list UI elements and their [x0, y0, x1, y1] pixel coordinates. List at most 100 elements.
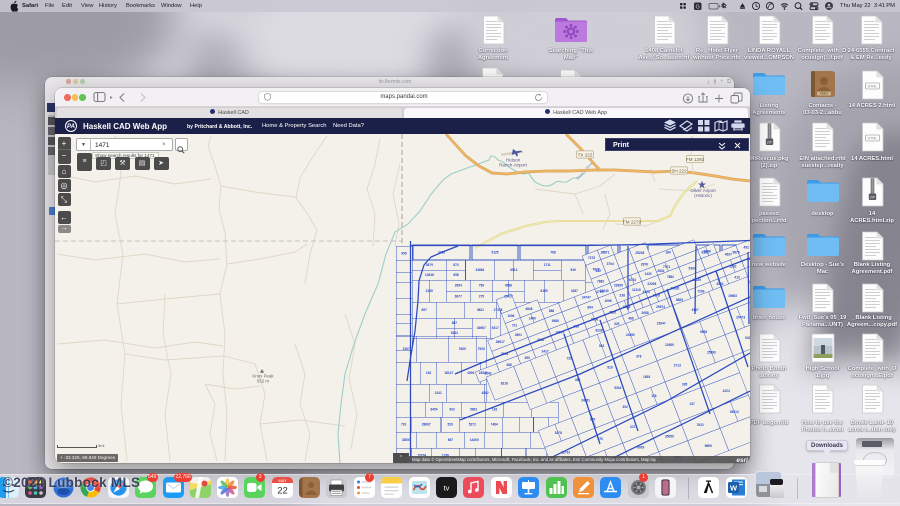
svg-text:372: 372	[630, 424, 636, 428]
svg-text:2679: 2679	[426, 263, 433, 267]
svg-text:13976: 13976	[555, 330, 564, 334]
svg-text:ZIP: ZIP	[766, 140, 772, 144]
svg-text:34864: 34864	[475, 268, 484, 272]
svg-text:FM 1292: FM 1292	[686, 157, 705, 162]
svg-text:24747: 24747	[582, 295, 591, 299]
svg-text:768: 768	[550, 250, 556, 254]
svg-text:35427: 35427	[504, 294, 513, 298]
svg-text:ABBU: ABBU	[819, 92, 828, 96]
svg-text:126: 126	[651, 394, 657, 398]
svg-text:1241: 1241	[435, 391, 442, 395]
svg-text:667: 667	[448, 438, 454, 442]
svg-text:370: 370	[598, 437, 604, 441]
svg-text:7071: 7071	[663, 264, 670, 268]
svg-text:4502: 4502	[482, 391, 489, 395]
svg-text:413: 413	[734, 275, 740, 279]
svg-text:8454: 8454	[430, 407, 437, 411]
svg-text:25473: 25473	[736, 315, 745, 319]
svg-text:995: 995	[401, 251, 407, 255]
svg-text:2139: 2139	[426, 289, 433, 293]
svg-text:5875: 5875	[732, 250, 739, 254]
svg-text:30826: 30826	[670, 286, 679, 290]
svg-text:1096: 1096	[604, 298, 611, 302]
svg-text:8434: 8434	[747, 257, 750, 261]
svg-text:902: 902	[449, 407, 455, 411]
svg-text:2713: 2713	[674, 363, 681, 367]
svg-text:2876: 2876	[641, 262, 648, 266]
svg-text:9167: 9167	[692, 308, 699, 312]
svg-text:4848: 4848	[525, 307, 532, 311]
svg-text:395: 395	[682, 382, 688, 386]
svg-text:1420: 1420	[644, 272, 651, 276]
svg-text:4185: 4185	[537, 338, 544, 342]
svg-text:7669: 7669	[459, 347, 466, 351]
svg-text:488: 488	[628, 316, 634, 320]
svg-text:552 m: 552 m	[257, 378, 270, 383]
svg-text:4295: 4295	[643, 290, 650, 294]
svg-text:378: 378	[636, 354, 642, 358]
svg-text:7883: 7883	[597, 279, 604, 283]
svg-text:488: 488	[506, 363, 512, 367]
svg-text:22298: 22298	[647, 282, 656, 286]
svg-text:3621: 3621	[477, 308, 484, 312]
svg-text:34967: 34967	[477, 326, 486, 330]
svg-text:3167: 3167	[403, 347, 410, 351]
svg-text:3068: 3068	[642, 310, 649, 314]
svg-text:6238: 6238	[595, 328, 602, 332]
svg-text:4598: 4598	[505, 283, 512, 287]
svg-text:27338: 27338	[494, 308, 503, 312]
svg-text:6733: 6733	[629, 278, 636, 282]
svg-text:4006: 4006	[467, 371, 474, 375]
svg-text:819: 819	[607, 365, 613, 369]
svg-text:14400: 14400	[470, 438, 479, 442]
svg-text:6363: 6363	[623, 305, 630, 309]
svg-text:9889: 9889	[705, 443, 712, 447]
svg-text:949: 949	[570, 268, 576, 272]
svg-text:G: G	[696, 5, 700, 11]
svg-text:1224: 1224	[723, 388, 730, 392]
svg-text:162: 162	[426, 371, 432, 375]
svg-text:4130: 4130	[716, 282, 723, 286]
svg-text:ZIP: ZIP	[869, 195, 875, 199]
svg-text:1711: 1711	[544, 263, 551, 267]
svg-text:SH 222: SH 222	[671, 168, 687, 173]
svg-text:5272: 5272	[469, 422, 476, 426]
svg-text:12989: 12989	[665, 342, 674, 346]
svg-text:581: 581	[599, 344, 605, 348]
svg-text:28667: 28667	[422, 422, 431, 426]
svg-text:8216: 8216	[501, 381, 508, 385]
svg-text:FM 2279: FM 2279	[623, 219, 642, 224]
svg-text:29674: 29674	[656, 304, 665, 308]
svg-text:184: 184	[665, 250, 671, 254]
svg-text:24051: 24051	[581, 398, 590, 402]
svg-text:29395: 29395	[614, 283, 623, 287]
svg-text:3287: 3287	[571, 289, 578, 293]
svg-text:8206: 8206	[591, 317, 598, 321]
svg-text:26617: 26617	[496, 340, 505, 344]
svg-text:HTML: HTML	[867, 85, 877, 89]
svg-text:8123: 8123	[451, 331, 458, 335]
svg-text:452: 452	[744, 245, 750, 249]
svg-text:24390: 24390	[626, 333, 635, 337]
svg-text:19563: 19563	[728, 293, 737, 297]
svg-text:6155: 6155	[541, 289, 548, 293]
svg-text:884: 884	[587, 305, 593, 309]
svg-text:791: 791	[401, 422, 407, 426]
svg-text:3885: 3885	[676, 297, 683, 301]
svg-text:3704: 3704	[607, 262, 614, 266]
svg-text:12791: 12791	[561, 450, 570, 454]
svg-text:3465: 3465	[438, 250, 445, 254]
svg-text:887: 887	[452, 321, 458, 325]
svg-text:1878: 1878	[555, 430, 562, 434]
svg-text:721: 721	[512, 323, 518, 327]
svg-text:3417: 3417	[542, 349, 549, 353]
svg-text:7939: 7939	[478, 347, 485, 351]
svg-text:12848: 12848	[425, 273, 434, 277]
svg-text:7882: 7882	[667, 274, 674, 278]
svg-text:674: 674	[453, 263, 459, 267]
svg-text:325: 325	[614, 321, 620, 325]
svg-text:33053: 33053	[402, 438, 411, 442]
svg-text:8988: 8988	[704, 249, 711, 253]
svg-text:18147: 18147	[444, 371, 453, 375]
svg-text:7371: 7371	[602, 250, 609, 254]
